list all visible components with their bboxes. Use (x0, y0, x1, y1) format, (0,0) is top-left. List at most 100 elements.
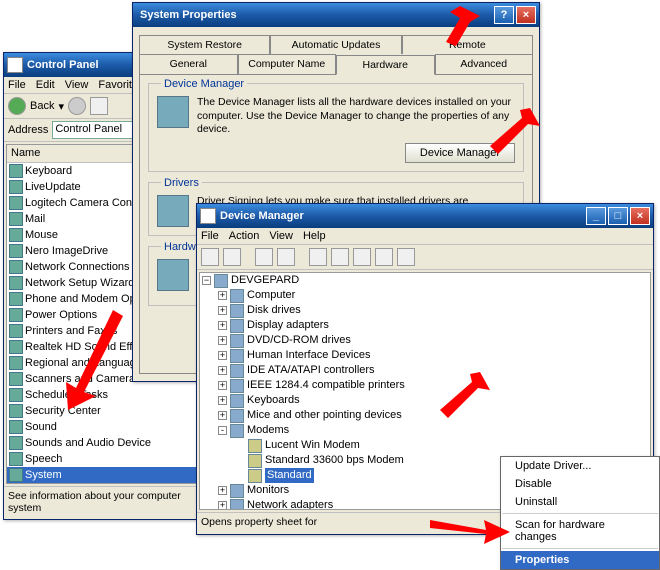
drivers-icon (157, 195, 189, 227)
maximize-button[interactable]: □ (608, 207, 628, 225)
toolbar-button[interactable] (331, 248, 349, 266)
tree-node[interactable]: +DVD/CD-ROM drives (200, 333, 650, 348)
device-icon (230, 334, 244, 348)
toolbar (197, 245, 653, 270)
expand-icon[interactable]: + (218, 351, 227, 360)
ctx-scan[interactable]: Scan for hardware changes (501, 516, 659, 546)
forward-button-icon[interactable] (68, 97, 86, 115)
menu-action[interactable]: Action (229, 230, 260, 242)
menu-favorites[interactable]: Favorit (98, 79, 132, 91)
tree-root[interactable]: − DEVGEPARD (200, 273, 650, 288)
device-icon (230, 379, 244, 393)
cp-item[interactable]: Sounds and Audio Device (7, 435, 199, 451)
expand-icon[interactable]: + (218, 321, 227, 330)
item-icon (9, 308, 23, 322)
ctx-disable[interactable]: Disable (501, 475, 659, 493)
tab[interactable]: Hardware (336, 55, 435, 75)
cp-item[interactable]: Sound (7, 419, 199, 435)
toolbar-button[interactable] (375, 248, 393, 266)
item-icon (9, 356, 23, 370)
caret-icon: ▾ (58, 100, 64, 113)
group-text: The Device Manager lists all the hardwar… (197, 96, 515, 137)
toolbar-button[interactable] (397, 248, 415, 266)
close-button[interactable]: × (630, 207, 650, 225)
tab[interactable]: Automatic Updates (270, 35, 401, 54)
window-title: System Properties (140, 9, 237, 21)
device-icon (230, 364, 244, 378)
item-icon (9, 244, 23, 258)
tree-node[interactable]: +IDE ATA/ATAPI controllers (200, 363, 650, 378)
expand-icon[interactable]: + (218, 501, 227, 510)
tree-node[interactable]: +Keyboards (200, 393, 650, 408)
toolbar-button[interactable] (255, 248, 273, 266)
expand-icon[interactable]: + (218, 486, 227, 495)
node-label: Computer (247, 288, 295, 303)
item-icon (9, 260, 23, 274)
item-icon (9, 228, 23, 242)
tab[interactable]: General (139, 54, 238, 74)
close-button[interactable]: × (516, 6, 536, 24)
device-icon (230, 409, 244, 423)
menu-view[interactable]: View (65, 79, 89, 91)
cp-item[interactable]: Speech (7, 451, 199, 467)
item-label: Sounds and Audio Device (25, 437, 151, 449)
toolbar-button[interactable] (277, 248, 295, 266)
toolbar-button[interactable] (309, 248, 327, 266)
annotation-arrow (480, 108, 540, 158)
menu-edit[interactable]: Edit (36, 79, 55, 91)
tab[interactable]: Advanced (435, 54, 534, 74)
context-menu: Update Driver... Disable Uninstall Scan … (500, 456, 660, 570)
tree-node[interactable]: -Modems (200, 423, 650, 438)
item-icon (9, 180, 23, 194)
expand-icon[interactable]: - (218, 426, 227, 435)
tree-node[interactable]: + Computer (200, 288, 650, 303)
item-icon (9, 292, 23, 306)
tree-node[interactable]: +Mice and other pointing devices (200, 408, 650, 423)
collapse-icon[interactable]: − (202, 276, 211, 285)
menu-help[interactable]: Help (303, 230, 326, 242)
ctx-uninstall[interactable]: Uninstall (501, 493, 659, 511)
minimize-button[interactable]: _ (586, 207, 606, 225)
ctx-update-driver[interactable]: Update Driver... (501, 457, 659, 475)
up-button-icon[interactable] (90, 97, 108, 115)
tab[interactable]: System Restore (139, 35, 270, 54)
item-label: Logitech Camera Control (25, 197, 147, 209)
toolbar-button[interactable] (353, 248, 371, 266)
item-icon (9, 404, 23, 418)
item-label: Network Connections (25, 261, 130, 273)
expand-icon[interactable]: + (218, 396, 227, 405)
cp-item[interactable]: Taskbar and Start Menu (7, 483, 199, 484)
menu-view[interactable]: View (269, 230, 293, 242)
expand-icon[interactable]: + (218, 336, 227, 345)
item-icon (9, 212, 23, 226)
item-icon (9, 196, 23, 210)
ctx-properties[interactable]: Properties (501, 551, 659, 569)
expand-icon[interactable]: + (218, 366, 227, 375)
expand-icon[interactable]: + (218, 291, 227, 300)
tree-node[interactable]: +Disk drives (200, 303, 650, 318)
expand-icon[interactable]: + (218, 381, 227, 390)
toolbar-button[interactable] (201, 248, 219, 266)
item-icon (9, 420, 23, 434)
item-label: System (25, 469, 62, 481)
window-title: Control Panel (27, 59, 99, 71)
tree-node[interactable]: + Human Interface Devices (200, 348, 650, 363)
toolbar-button[interactable] (223, 248, 241, 266)
help-button[interactable]: ? (494, 6, 514, 24)
tab[interactable]: Computer Name (238, 54, 337, 74)
item-icon (9, 372, 23, 386)
tree-node[interactable]: +IEEE 1284.4 compatible printers (200, 378, 650, 393)
node-label: Human Interface Devices (247, 348, 371, 363)
tree-node[interactable]: +Display adapters (200, 318, 650, 333)
cp-item[interactable]: System (7, 467, 199, 483)
tree-node-child[interactable]: Lucent Win Modem (200, 438, 650, 453)
menu-file[interactable]: File (201, 230, 219, 242)
menu-file[interactable]: File (8, 79, 26, 91)
device-manager-titlebar[interactable]: Device Manager _ □ × (197, 204, 653, 228)
separator (502, 548, 658, 549)
device-icon (230, 484, 244, 498)
expand-icon[interactable]: + (218, 411, 227, 420)
modem-icon (248, 469, 262, 483)
expand-icon[interactable]: + (218, 306, 227, 315)
back-button-icon[interactable] (8, 97, 26, 115)
